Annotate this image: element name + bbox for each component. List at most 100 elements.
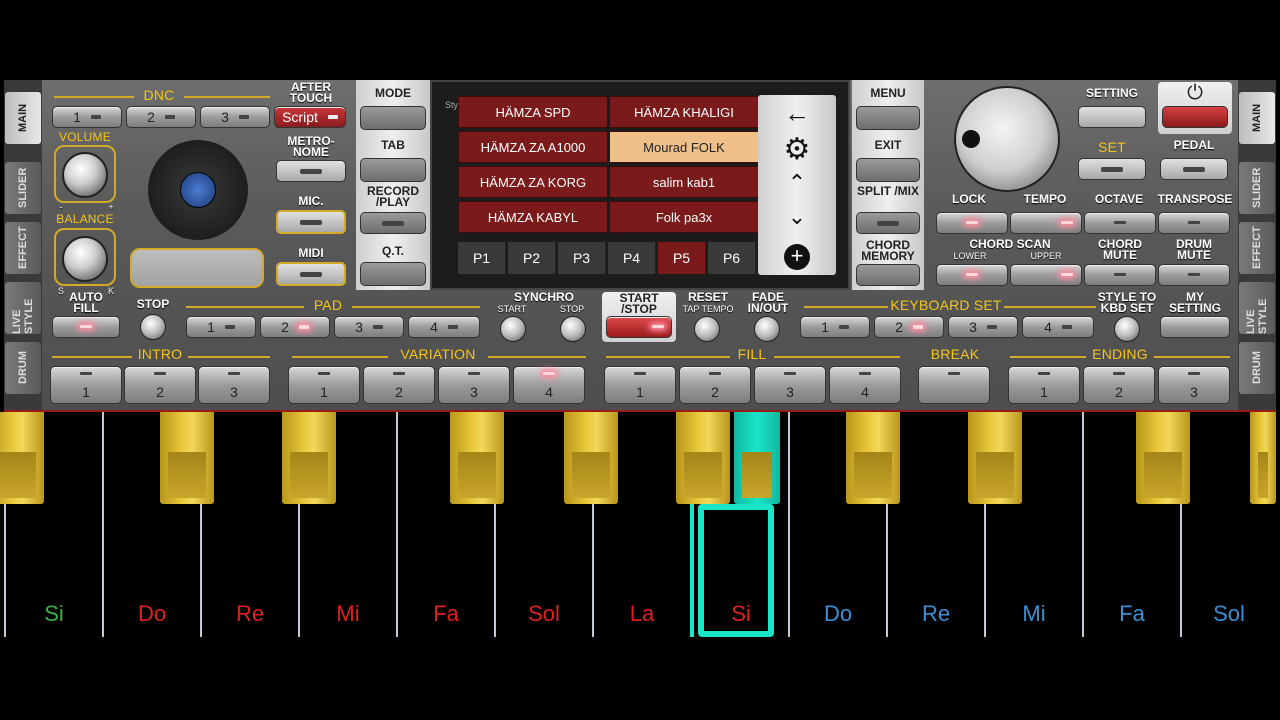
style-item-selected[interactable]: Mourad FOLK xyxy=(609,131,759,163)
page-button-p4[interactable]: P4 xyxy=(608,242,656,274)
variation-button-3[interactable]: 3 xyxy=(438,366,510,404)
side-tab-effect-right[interactable]: EFFECT xyxy=(1239,222,1275,274)
after-touch-button[interactable]: Script xyxy=(274,106,346,128)
style-to-kbd-knob[interactable] xyxy=(1114,316,1140,342)
break-button[interactable] xyxy=(918,366,990,404)
side-tab-effect-left[interactable]: EFFECT xyxy=(5,222,41,274)
chevron-down-icon[interactable]: ⌄ xyxy=(758,204,836,230)
page-button-p1[interactable]: P1 xyxy=(458,242,506,274)
black-key[interactable] xyxy=(676,412,730,504)
ending-button-2[interactable]: 2 xyxy=(1083,366,1155,404)
drum-mute-button[interactable] xyxy=(1158,264,1230,286)
qt-button[interactable] xyxy=(360,262,426,286)
side-tab-main-left[interactable]: MAIN xyxy=(5,92,41,144)
gear-icon[interactable]: ⚙ xyxy=(758,132,836,167)
mode-button[interactable] xyxy=(360,106,426,130)
side-tab-drum-right[interactable]: DRUM xyxy=(1239,342,1275,394)
dnc-button-3[interactable]: 3 xyxy=(200,106,270,128)
style-item[interactable]: HÄMZA SPD xyxy=(458,96,608,128)
record-play-button[interactable] xyxy=(360,212,426,234)
plus-circle-icon[interactable]: + xyxy=(784,244,810,270)
pedal-button[interactable] xyxy=(1160,158,1228,180)
side-tab-slider-right[interactable]: SLIDER xyxy=(1239,162,1275,214)
synchro-stop-knob[interactable] xyxy=(560,316,586,342)
fill-button-3[interactable]: 3 xyxy=(754,366,826,404)
tempo-button[interactable] xyxy=(1010,212,1082,234)
my-setting-button[interactable] xyxy=(1160,316,1230,338)
intro-button-1[interactable]: 1 xyxy=(50,366,122,404)
style-item[interactable]: HÄMZA KABYL xyxy=(458,201,608,233)
side-tab-live-style-right[interactable]: LIVE STYLE xyxy=(1239,282,1275,334)
chord-mute-button[interactable] xyxy=(1084,264,1156,286)
black-key[interactable] xyxy=(282,412,336,504)
dnc-button-1[interactable]: 1 xyxy=(52,106,122,128)
page-button-p2[interactable]: P2 xyxy=(508,242,556,274)
back-arrow-icon[interactable]: ← xyxy=(758,98,836,129)
style-item[interactable]: HÄMZA ZA A1000 xyxy=(458,131,608,163)
power-button[interactable] xyxy=(1162,106,1228,128)
auto-fill-button[interactable] xyxy=(52,316,120,338)
style-item[interactable]: salim kab1 xyxy=(609,166,759,198)
pad-button-3[interactable]: 3 xyxy=(334,316,404,338)
display-pad[interactable] xyxy=(130,248,264,288)
intro-button-3[interactable]: 3 xyxy=(198,366,270,404)
split-mix-button[interactable] xyxy=(856,212,920,234)
page-button-p3[interactable]: P3 xyxy=(558,242,606,274)
lock-button[interactable] xyxy=(936,212,1008,234)
fill-button-1[interactable]: 1 xyxy=(604,366,676,404)
page-button-p5[interactable]: P5 xyxy=(658,242,706,274)
menu-button[interactable] xyxy=(856,106,920,130)
ending-button-1[interactable]: 1 xyxy=(1008,366,1080,404)
side-tab-slider-left[interactable]: SLIDER xyxy=(5,162,41,214)
side-tab-drum-left[interactable]: DRUM xyxy=(5,342,41,394)
fade-knob[interactable] xyxy=(754,316,780,342)
intro-button-2[interactable]: 2 xyxy=(124,366,196,404)
start-stop-button[interactable] xyxy=(606,316,672,338)
style-item[interactable]: HÄMZA KHALIGI xyxy=(609,96,759,128)
pad-button-2[interactable]: 2 xyxy=(260,316,330,338)
black-key[interactable] xyxy=(1250,412,1276,504)
variation-button-1[interactable]: 1 xyxy=(288,366,360,404)
page-button-p6[interactable]: P6 xyxy=(708,242,756,274)
side-tab-main-right[interactable]: MAIN xyxy=(1239,92,1275,144)
chord-memory-button[interactable] xyxy=(856,264,920,286)
chevron-up-icon[interactable]: ⌃ xyxy=(758,170,836,196)
style-item[interactable]: HÄMZA ZA KORG xyxy=(458,166,608,198)
keyboard-set-button-1[interactable]: 1 xyxy=(800,316,870,338)
setting-button[interactable] xyxy=(1078,106,1146,128)
fill-button-4[interactable]: 4 xyxy=(829,366,901,404)
dnc-button-2[interactable]: 2 xyxy=(126,106,196,128)
synchro-start-knob[interactable] xyxy=(500,316,526,342)
stop-knob[interactable] xyxy=(140,314,166,340)
black-key[interactable] xyxy=(160,412,214,504)
reset-knob[interactable] xyxy=(694,316,720,342)
keyboard-set-button-3[interactable]: 3 xyxy=(948,316,1018,338)
black-key[interactable] xyxy=(1136,412,1190,504)
variation-button-4[interactable]: 4 xyxy=(513,366,585,404)
balance-knob[interactable] xyxy=(62,236,108,282)
style-item[interactable]: Folk pa3x xyxy=(609,201,759,233)
transpose-button[interactable] xyxy=(1158,212,1230,234)
ending-button-3[interactable]: 3 xyxy=(1158,366,1230,404)
mic-button[interactable] xyxy=(276,210,346,234)
tab-button[interactable] xyxy=(360,158,426,182)
black-key[interactable] xyxy=(450,412,504,504)
midi-button[interactable] xyxy=(276,262,346,286)
keyboard-set-button-2[interactable]: 2 xyxy=(874,316,944,338)
side-tab-live-style-left[interactable]: LIVE STYLE xyxy=(5,282,41,334)
black-key[interactable] xyxy=(846,412,900,504)
exit-button[interactable] xyxy=(856,158,920,182)
volume-knob[interactable] xyxy=(62,152,108,198)
keyboard-set-button-4[interactable]: 4 xyxy=(1022,316,1094,338)
black-key[interactable] xyxy=(564,412,618,504)
octave-button[interactable] xyxy=(1084,212,1156,234)
pad-button-1[interactable]: 1 xyxy=(186,316,256,338)
set-button[interactable] xyxy=(1078,158,1146,180)
fill-button-2[interactable]: 2 xyxy=(679,366,751,404)
variation-button-2[interactable]: 2 xyxy=(363,366,435,404)
chord-scan-lower-button[interactable] xyxy=(936,264,1008,286)
chord-scan-upper-button[interactable] xyxy=(1010,264,1082,286)
black-key-pressed[interactable] xyxy=(734,412,780,504)
pad-button-4[interactable]: 4 xyxy=(408,316,480,338)
black-key[interactable] xyxy=(0,412,44,504)
